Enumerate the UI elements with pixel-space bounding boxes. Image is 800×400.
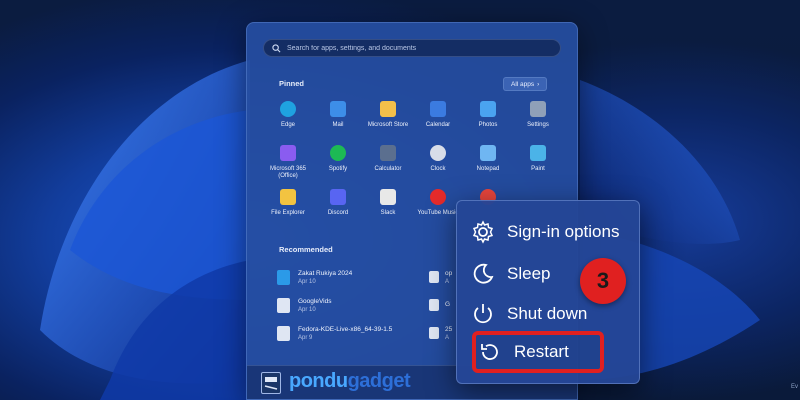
store-icon <box>380 101 396 117</box>
file-icon <box>429 299 439 311</box>
app-label: Microsoft 365 (Office) <box>269 166 306 179</box>
power-item-restart[interactable]: Restart <box>478 337 569 367</box>
app-label: Settings <box>527 122 549 128</box>
app-label: Mail <box>332 122 344 128</box>
pinned-app-slack[interactable]: Slack <box>363 187 413 231</box>
notepad-icon <box>480 145 496 161</box>
watermark-part2: gadget <box>347 370 411 392</box>
power-item-sign-in-options[interactable]: Sign-in options <box>471 217 619 247</box>
slack-icon <box>380 189 396 205</box>
pinned-app-edge[interactable]: Edge <box>263 99 313 143</box>
list-item-text: Zakat Rukiya 2024 Apr 10 <box>298 270 352 285</box>
file-name: Fedora-KDE-Live-x86_64-39-1.5 <box>298 325 393 333</box>
list-item-text: Fedora-KDE-Live-x86_64-39-1.5 Apr 9 <box>298 326 392 341</box>
list-item[interactable]: Zakat Rukiya 2024 Apr 10 <box>277 263 427 291</box>
discord-icon <box>330 189 346 205</box>
all-apps-label: All apps <box>511 80 535 88</box>
pinned-app-spotify[interactable]: Spotify <box>313 143 363 187</box>
list-item[interactable]: GoogleVids Apr 10 <box>277 291 427 319</box>
app-label: Clock <box>430 166 446 172</box>
power-item-label: Sleep <box>507 264 551 283</box>
app-label: YouTube Music <box>417 210 459 216</box>
power-item-shut-down[interactable]: Shut down <box>471 299 587 329</box>
file-icon <box>429 271 439 283</box>
image-file-icon <box>277 297 290 313</box>
pinned-app-microsoft-365-office[interactable]: Microsoft 365 (Office) <box>263 143 313 187</box>
app-label: Edge <box>280 122 295 128</box>
app-label: Discord <box>327 210 349 216</box>
app-label: Slack <box>380 210 396 216</box>
youtube-music-icon <box>430 189 446 205</box>
pinned-app-paint[interactable]: Paint <box>513 143 563 187</box>
power-item-label: Shut down <box>507 304 588 323</box>
power-item-label: Restart <box>514 342 569 361</box>
search-input[interactable] <box>287 44 560 52</box>
file-date: Apr 10 <box>298 306 316 313</box>
gear-icon <box>472 220 494 244</box>
file-name: GoogleVids <box>298 297 332 305</box>
file-icon <box>429 327 439 339</box>
user-icon <box>264 377 278 390</box>
list-item-text: GoogleVids Apr 10 <box>298 298 332 313</box>
pinned-app-discord[interactable]: Discord <box>313 187 363 231</box>
all-apps-button[interactable]: All apps › <box>503 77 548 91</box>
pinned-app-file-explorer[interactable]: File Explorer <box>263 187 313 231</box>
gear-icon <box>530 101 546 117</box>
recommended-title: Recommended <box>279 245 333 254</box>
file-date: Apr 10 <box>298 278 316 285</box>
app-label: File Explorer <box>271 210 305 216</box>
paint-icon <box>530 145 546 161</box>
disc-file-icon <box>277 325 290 341</box>
app-label: Calendar <box>425 122 451 128</box>
app-label: Calculator <box>374 166 402 172</box>
pinned-app-photos[interactable]: Photos <box>463 99 513 143</box>
list-item[interactable]: Fedora-KDE-Live-x86_64-39-1.5 Apr 9 <box>277 319 427 347</box>
file-date: Apr 9 <box>298 334 313 341</box>
clock-icon <box>430 145 446 161</box>
chevron-right-icon: › <box>537 80 540 88</box>
pinned-app-microsoft-store[interactable]: Microsoft Store <box>363 99 413 143</box>
pinned-app-calculator[interactable]: Calculator <box>363 143 413 187</box>
pinned-app-settings[interactable]: Settings <box>513 99 563 143</box>
pinned-title: Pinned <box>279 79 305 88</box>
folder-icon <box>280 189 296 205</box>
file-name: Zakat Rukiya 2024 <box>298 269 353 277</box>
app-label: Microsoft Store <box>367 122 409 128</box>
power-item-sleep[interactable]: Sleep <box>471 259 550 289</box>
restart-icon <box>481 344 498 360</box>
spotify-icon <box>330 145 346 161</box>
avatar[interactable] <box>261 372 281 394</box>
corner-text: Ev <box>790 384 798 390</box>
calendar-icon <box>430 101 446 117</box>
power-icon <box>474 304 492 324</box>
search-icon <box>272 43 281 52</box>
pinned-app-clock[interactable]: Clock <box>413 143 463 187</box>
edge-file-icon <box>277 269 290 285</box>
watermark-part1: pondu <box>289 370 348 392</box>
pinned-app-notepad[interactable]: Notepad <box>463 143 513 187</box>
power-item-label: Sign-in options <box>507 222 620 241</box>
pinned-app-mail[interactable]: Mail <box>313 99 363 143</box>
mail-icon <box>330 101 346 117</box>
search-box[interactable] <box>263 39 561 57</box>
pinned-app-calendar[interactable]: Calendar <box>413 99 463 143</box>
office-icon <box>280 145 296 161</box>
calculator-icon <box>380 145 396 161</box>
step-badge: 3 <box>580 258 626 304</box>
app-label: Paint <box>531 166 545 172</box>
edge-icon <box>280 101 296 117</box>
watermark-logo: pondugadget <box>289 370 411 393</box>
recommended-list: Zakat Rukiya 2024 Apr 10 GoogleVids Apr 10 F… <box>277 263 427 347</box>
photos-icon <box>480 101 496 117</box>
app-label: Notepad <box>476 166 500 172</box>
app-label: Photos <box>478 122 498 128</box>
moon-icon <box>473 263 494 284</box>
app-label: Spotify <box>328 166 348 172</box>
